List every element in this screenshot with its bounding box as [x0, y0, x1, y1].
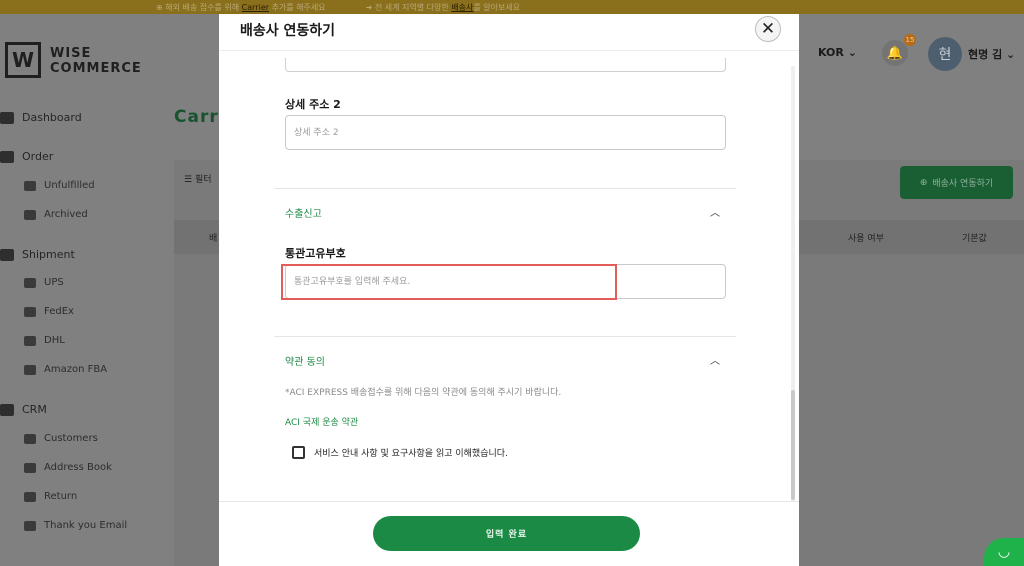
- avatar[interactable]: 현: [928, 37, 962, 71]
- sidebar-item-customers[interactable]: Customers: [24, 433, 98, 444]
- sidebar-item-label: Shipment: [22, 248, 75, 261]
- customers-icon: [24, 433, 36, 444]
- filter-icon: ☰: [184, 175, 193, 185]
- plus-circle-icon: ⊕: [919, 177, 928, 188]
- sidebar: Dashboard Order Unfulfilled Archived Shi…: [0, 94, 158, 566]
- banner-carrier-info-link[interactable]: 배송사: [451, 3, 473, 12]
- unfulfilled-icon: [24, 180, 36, 191]
- connect-carrier-button[interactable]: ⊕ 배송사 연동하기: [900, 166, 1013, 199]
- mail-icon: [24, 520, 36, 531]
- sidebar-item-unfulfilled[interactable]: Unfulfilled: [24, 180, 95, 191]
- column-header-default: 기본값: [962, 234, 987, 244]
- terms-link[interactable]: ACI 국제 운송 약관: [285, 415, 358, 428]
- sidebar-item-label: Amazon FBA: [44, 364, 108, 375]
- filter-label: 필터: [194, 175, 212, 185]
- sidebar-item-ups[interactable]: UPS: [24, 277, 64, 288]
- sidebar-item-label: Address Book: [44, 462, 112, 473]
- chevron-down-icon: ⌄: [1006, 48, 1016, 61]
- sidebar-item-shipment[interactable]: Shipment: [0, 248, 75, 261]
- export-section-title[interactable]: 수출신고: [285, 205, 322, 220]
- modal-title: 배송사 연동하기: [240, 23, 336, 39]
- submit-button[interactable]: 입력 완료: [373, 516, 640, 551]
- agree-checkbox[interactable]: [292, 446, 305, 459]
- sidebar-item-label: Unfulfilled: [44, 180, 95, 191]
- sidebar-item-label: UPS: [44, 277, 64, 288]
- customs-id-label: 통관고유부호: [285, 247, 346, 260]
- detail-address2-label: 상세 주소 2: [285, 98, 341, 111]
- detail-address2-input[interactable]: [285, 115, 726, 150]
- chat-icon[interactable]: ◡: [984, 538, 1024, 566]
- sidebar-item-address-book[interactable]: Address Book: [24, 462, 112, 473]
- sidebar-item-label: Order: [22, 150, 54, 163]
- amazon-icon: [24, 364, 36, 375]
- chevron-up-icon[interactable]: ︿: [710, 204, 720, 219]
- previous-field-partial[interactable]: [285, 58, 726, 72]
- banner-left-text-post: 추가를 해주세요: [271, 2, 326, 12]
- modal-header: 배송사 연동하기 ✕: [219, 14, 799, 51]
- chevron-up-icon[interactable]: ︿: [710, 352, 720, 367]
- agree-label[interactable]: 서비스 안내 사항 및 요구사항을 읽고 이해했습니다.: [314, 446, 508, 459]
- fedex-icon: [24, 306, 36, 317]
- highlight-box: [281, 264, 617, 300]
- notification-bell-icon[interactable]: 🔔: [882, 40, 908, 66]
- modal-scrollbar-thumb[interactable]: [791, 390, 795, 500]
- banner-right-text-post: 를 알아보세요: [473, 2, 521, 12]
- sidebar-item-label: CRM: [22, 403, 47, 416]
- carrier-connect-modal: 배송사 연동하기 ✕ 상세 주소 2 수출신고 ︿ 통관고유부호 약관 동의 ︿…: [219, 14, 799, 566]
- sidebar-item-crm[interactable]: CRM: [0, 403, 47, 416]
- sidebar-item-order[interactable]: Order: [0, 150, 53, 163]
- banner-right: ➜ 전 세계 지역별 다양한 배송사를 알아보세요: [365, 2, 521, 12]
- address-book-icon: [24, 462, 36, 473]
- truck-icon: [0, 248, 14, 261]
- sidebar-item-dhl[interactable]: DHL: [24, 335, 65, 346]
- banner-left: ⊕ 해외 배송 접수를 위해 Carrier 추가를 해주세요: [156, 2, 326, 12]
- cart-icon: [0, 150, 14, 163]
- dashboard-icon: [0, 111, 14, 124]
- brand-logo[interactable]: W WISE COMMERCE: [5, 42, 141, 84]
- notification-badge: 15: [904, 34, 916, 46]
- language-label: KOR: [818, 46, 844, 59]
- terms-note: *ACI EXPRESS 배송접수를 위해 다음의 약관에 동의해 주시기 바랍…: [285, 388, 562, 398]
- modal-footer-divider: [219, 501, 799, 502]
- page-title: Carri: [174, 107, 226, 127]
- top-banner: ⊕ 해외 배송 접수를 위해 Carrier 추가를 해주세요 ➜ 전 세계 지…: [0, 0, 1024, 14]
- sidebar-item-label: FedEx: [44, 306, 74, 317]
- column-header-use: 사용 여부: [848, 234, 884, 244]
- connect-carrier-label: 배송사 연동하기: [932, 179, 994, 189]
- language-selector[interactable]: KOR ⌄: [818, 46, 857, 59]
- sidebar-item-label: Customers: [44, 433, 98, 444]
- close-icon[interactable]: ✕: [755, 16, 781, 42]
- column-header-carrier: 배: [209, 234, 218, 244]
- sidebar-item-archived[interactable]: Archived: [24, 209, 88, 220]
- logo-line2: COMMERCE: [50, 61, 142, 76]
- sidebar-item-label: Dashboard: [22, 111, 82, 124]
- sidebar-item-label: Archived: [44, 209, 88, 220]
- banner-carrier-link[interactable]: Carrier: [242, 3, 269, 12]
- user-name: 현명 김: [968, 48, 1003, 61]
- user-menu[interactable]: 현명 김 ⌄: [968, 46, 1015, 62]
- banner-right-text: 전 세계 지역별 다양한: [374, 2, 449, 12]
- ups-icon: [24, 277, 36, 288]
- sidebar-item-return[interactable]: Return: [24, 491, 77, 502]
- return-icon: [24, 491, 36, 502]
- divider: [274, 188, 736, 189]
- logo-mark: W: [5, 42, 41, 78]
- terms-section-title[interactable]: 약관 동의: [285, 353, 325, 368]
- banner-left-text: 해외 배송 접수를 위해: [165, 2, 240, 12]
- archive-icon: [24, 209, 36, 220]
- sidebar-item-dashboard[interactable]: Dashboard: [0, 111, 82, 124]
- crm-icon: [0, 403, 14, 416]
- filter-button[interactable]: ☰ 필터: [184, 172, 212, 185]
- chevron-down-icon: ⌄: [847, 46, 857, 59]
- divider: [274, 336, 736, 337]
- sidebar-item-label: Return: [44, 491, 78, 502]
- sidebar-item-label: Thank you Email: [44, 520, 128, 531]
- sidebar-item-fedex[interactable]: FedEx: [24, 306, 74, 317]
- sidebar-item-thank-you-email[interactable]: Thank you Email: [24, 520, 127, 531]
- sidebar-item-label: DHL: [44, 335, 65, 346]
- logo-line1: WISE: [50, 46, 92, 61]
- dhl-icon: [24, 335, 36, 346]
- sidebar-item-amazon-fba[interactable]: Amazon FBA: [24, 364, 107, 375]
